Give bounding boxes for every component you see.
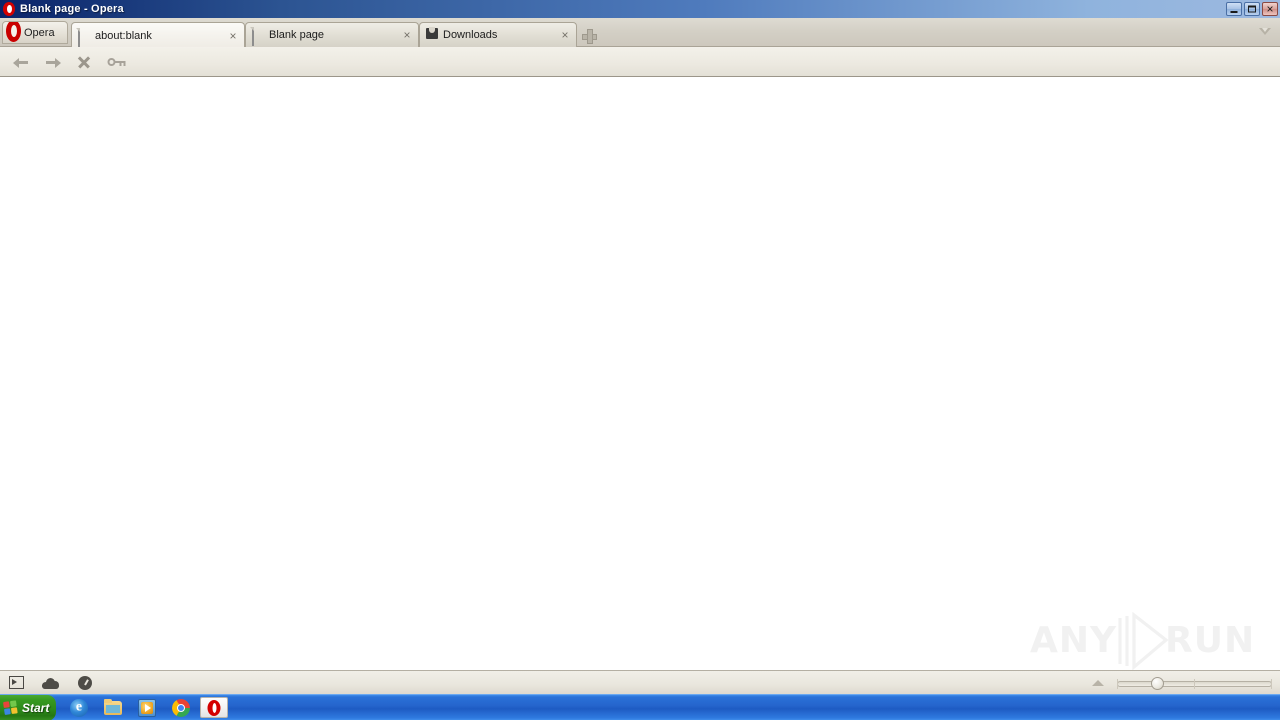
internet-explorer-icon[interactable] — [70, 699, 88, 717]
tab-close-button[interactable]: × — [558, 28, 572, 42]
document-icon — [78, 27, 90, 47]
tab-close-button[interactable]: × — [226, 29, 240, 43]
window-titlebar: Blank page - Opera — [0, 0, 1280, 18]
opera-logo-icon — [5, 22, 22, 43]
windows-flag-icon — [3, 699, 20, 717]
tab-bar: Opera about:blank × Blank page × Downloa… — [0, 18, 1280, 48]
chevron-down-icon[interactable] — [1259, 28, 1272, 37]
forward-button[interactable] — [42, 51, 64, 73]
document-icon — [252, 27, 264, 46]
tab-downloads[interactable]: Downloads × — [419, 22, 577, 47]
download-icon — [426, 27, 438, 42]
opera-menu-label: Opera — [24, 26, 55, 39]
close-x-icon — [77, 55, 91, 69]
triangle-up-icon[interactable] — [1092, 680, 1104, 687]
taskbar-button-opera[interactable] — [200, 697, 228, 718]
new-tab-button[interactable] — [581, 28, 598, 45]
media-player-icon[interactable] — [138, 699, 156, 717]
zoom-slider[interactable] — [1117, 677, 1272, 690]
opera-browser-window: Blank page - Opera Opera about:blank × B… — [0, 0, 1280, 720]
start-button-label: Start — [22, 701, 50, 715]
zoom-slider-handle[interactable] — [1151, 677, 1164, 690]
browser-status-bar — [0, 670, 1280, 694]
tab-title: Downloads — [443, 29, 498, 41]
tab-close-button[interactable]: × — [400, 28, 414, 42]
folder-icon[interactable] — [104, 699, 122, 717]
plus-icon — [581, 28, 598, 45]
key-icon — [107, 57, 126, 67]
navigation-toolbar: http://www.download.windowsupdate.com/ms… — [0, 47, 1280, 119]
page-content-area — [0, 77, 1280, 670]
window-controls — [1226, 2, 1278, 16]
back-button[interactable] — [10, 51, 32, 73]
tab-blank-page[interactable]: Blank page × — [245, 22, 419, 47]
arrow-right-icon — [45, 56, 61, 68]
windows-taskbar: Start 9:2 — [0, 694, 1280, 720]
panels-toggle-icon[interactable] — [9, 676, 24, 689]
cloud-icon[interactable] — [42, 678, 59, 689]
arrow-left-icon — [13, 56, 29, 68]
password-manager-button[interactable] — [105, 51, 127, 73]
stop-button[interactable] — [73, 51, 95, 73]
minimize-button[interactable] — [1226, 2, 1242, 16]
opera-logo-icon — [2, 2, 16, 16]
tab-title: about:blank — [95, 29, 152, 42]
opera-menu-button[interactable]: Opera — [2, 21, 68, 44]
chrome-icon[interactable] — [172, 699, 190, 717]
tab-title: Blank page — [269, 29, 325, 41]
restore-button[interactable] — [1244, 2, 1260, 16]
start-button[interactable]: Start — [0, 695, 56, 720]
close-button[interactable] — [1262, 2, 1278, 16]
opera-logo-icon — [207, 699, 221, 716]
gauge-icon[interactable] — [78, 676, 92, 690]
tab-about-blank[interactable]: about:blank × — [71, 22, 245, 48]
window-title: Blank page - Opera — [20, 3, 124, 15]
